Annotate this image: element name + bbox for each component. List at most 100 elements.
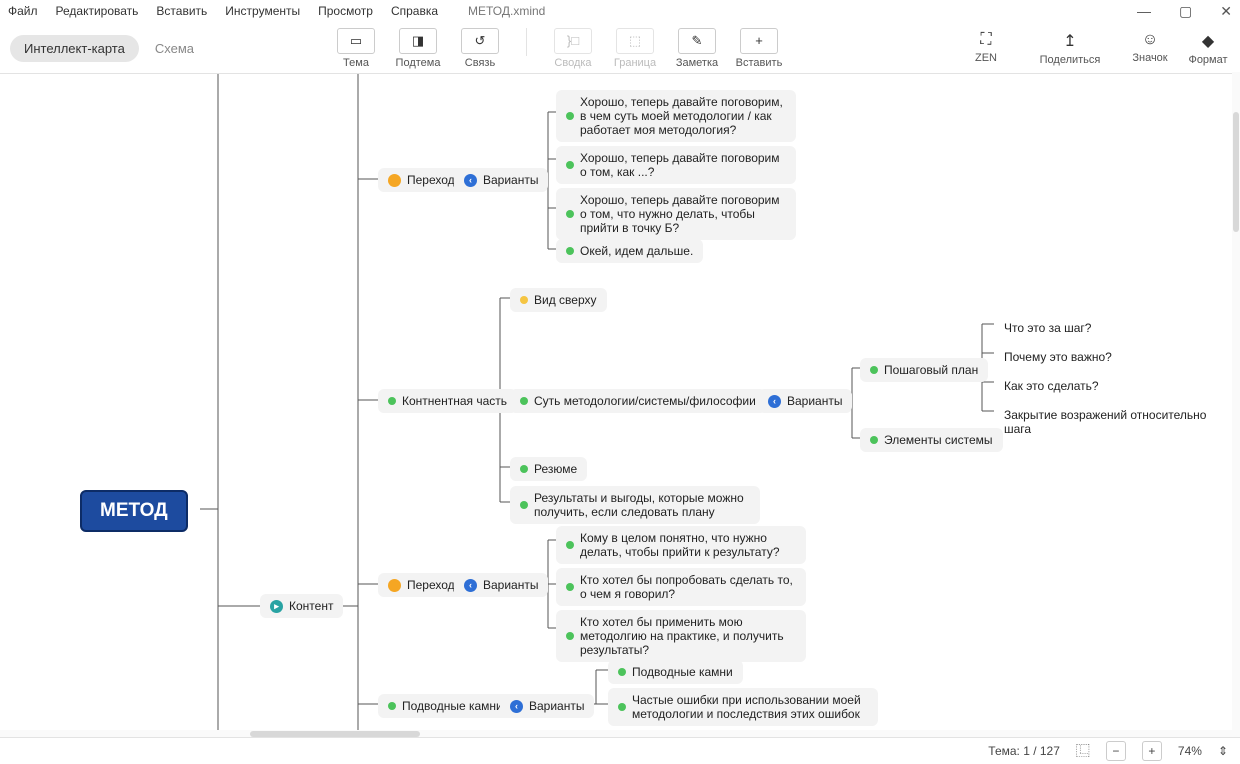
node-essence[interactable]: Суть методологии/системы/философии bbox=[510, 389, 766, 413]
share-icon: ↥ bbox=[1063, 31, 1076, 51]
node-v1c[interactable]: Хорошо, теперь давайте поговорим о том, … bbox=[556, 188, 796, 240]
dot-icon bbox=[388, 702, 396, 710]
toolbar-note-button[interactable]: ✎ Заметка bbox=[675, 28, 719, 69]
dot-icon bbox=[520, 501, 528, 509]
node-v1b-label: Хорошо, теперь давайте поговорим о том, … bbox=[580, 151, 786, 179]
node-transition-2[interactable]: Переход bbox=[378, 573, 465, 597]
menu-file[interactable]: Файл bbox=[8, 4, 38, 18]
node-top-view[interactable]: Вид сверху bbox=[510, 288, 607, 312]
node-variants-1[interactable]: ‹ Варианты bbox=[454, 168, 548, 192]
dot-icon bbox=[566, 541, 574, 549]
vertical-scrollbar-thumb[interactable] bbox=[1233, 112, 1239, 232]
node-step-q4[interactable]: Закрытие возражений относительно шага bbox=[994, 403, 1240, 441]
node-pitfalls-label: Подводные камни bbox=[402, 699, 503, 713]
node-v1b[interactable]: Хорошо, теперь давайте поговорим о том, … bbox=[556, 146, 796, 184]
chevron-left-icon: ‹ bbox=[510, 700, 523, 713]
dot-icon bbox=[618, 668, 626, 676]
menu-edit[interactable]: Редактировать bbox=[56, 4, 139, 18]
node-step-q3-label: Как это сделать? bbox=[1004, 379, 1099, 393]
node-system-elements-label: Элементы системы bbox=[884, 433, 993, 447]
minimap-icon[interactable]: ⿺ bbox=[1076, 741, 1090, 761]
node-step-q1-label: Что это за шаг? bbox=[1004, 321, 1091, 335]
toolbar-share-label: Поделиться bbox=[1040, 54, 1101, 66]
node-v3a[interactable]: Подводные камни bbox=[608, 660, 743, 684]
document-title: МЕТОД.xmind bbox=[468, 4, 545, 18]
chevron-left-icon: ‹ bbox=[768, 395, 781, 408]
dot-icon bbox=[388, 397, 396, 405]
node-step-q3[interactable]: Как это сделать? bbox=[994, 374, 1109, 398]
menu-tools[interactable]: Инструменты bbox=[225, 4, 300, 18]
toolbar-zen-label: ZEN bbox=[975, 52, 997, 64]
toolbar-iconpicker-button[interactable]: ☺ Значок bbox=[1128, 31, 1172, 64]
topic-icon: ▭ bbox=[337, 28, 375, 54]
toolbar-boundary-button[interactable]: ⬚ Граница bbox=[613, 28, 657, 69]
node-pitfalls[interactable]: Подводные камни bbox=[378, 694, 513, 718]
node-variants-1-label: Варианты bbox=[483, 173, 538, 187]
node-resume[interactable]: Резюме bbox=[510, 457, 587, 481]
node-variants-2[interactable]: ‹ Варианты bbox=[454, 573, 548, 597]
toolbar-share-button[interactable]: ↥ Поделиться bbox=[1048, 31, 1092, 66]
toolbar-subtopic-label: Подтема bbox=[396, 57, 441, 69]
node-essence-label: Суть методологии/системы/философии bbox=[534, 394, 756, 408]
menu-help[interactable]: Справка bbox=[391, 4, 438, 18]
menu-insert[interactable]: Вставить bbox=[156, 4, 207, 18]
toolbar-format-button[interactable]: ◆ Формат bbox=[1186, 31, 1230, 66]
node-v1c-label: Хорошо, теперь давайте поговорим о том, … bbox=[580, 193, 786, 235]
node-variants-essence[interactable]: ‹ Варианты bbox=[758, 389, 852, 413]
toolbar-topic-button[interactable]: ▭ Тема bbox=[334, 28, 378, 69]
node-results[interactable]: Результаты и выгоды, которые можно получ… bbox=[510, 486, 760, 524]
node-variants-3[interactable]: ‹ Варианты bbox=[500, 694, 594, 718]
toolbar-topic-label: Тема bbox=[343, 57, 369, 69]
toolbar-iconpicker-label: Значок bbox=[1132, 52, 1167, 64]
vertical-scrollbar[interactable] bbox=[1232, 72, 1240, 730]
root-node[interactable]: МЕТОД bbox=[80, 490, 188, 532]
zoom-stepper-icon[interactable]: ⇕ bbox=[1218, 744, 1228, 758]
mindmap-canvas[interactable]: МЕТОД ▸ Контент Переход ‹ Варианты Хорош… bbox=[0, 74, 1240, 734]
node-step-q2[interactable]: Почему это важно? bbox=[994, 345, 1122, 369]
node-content[interactable]: ▸ Контент bbox=[260, 594, 343, 618]
tab-mindmap[interactable]: Интеллект-карта bbox=[10, 35, 139, 62]
subtopic-icon: ◨ bbox=[399, 28, 437, 54]
window-maximize-icon[interactable]: ▢ bbox=[1179, 3, 1192, 20]
toolbar-subtopic-button[interactable]: ◨ Подтема bbox=[396, 28, 440, 69]
menu-view[interactable]: Просмотр bbox=[318, 4, 373, 18]
toolbar-insert-button[interactable]: + Вставить bbox=[737, 28, 781, 69]
toolbar-summary-label: Сводка bbox=[554, 57, 591, 69]
node-v1a-label: Хорошо, теперь давайте поговорим, в чем … bbox=[580, 95, 786, 137]
dot-icon bbox=[566, 583, 574, 591]
note-icon: ✎ bbox=[678, 28, 716, 54]
toolbar-boundary-label: Граница bbox=[614, 57, 656, 69]
node-v2b[interactable]: Кто хотел бы попробовать сделать то, о ч… bbox=[556, 568, 806, 606]
toolbar-relationship-label: Связь bbox=[465, 57, 495, 69]
node-content-part[interactable]: Контнентная часть bbox=[378, 389, 517, 413]
node-v1d[interactable]: Окей, идем дальше. bbox=[556, 239, 703, 263]
node-transition-1[interactable]: Переход bbox=[378, 168, 465, 192]
node-variants-essence-label: Варианты bbox=[787, 394, 842, 408]
tab-outline[interactable]: Схема bbox=[155, 41, 194, 56]
node-step-q1[interactable]: Что это за шаг? bbox=[994, 316, 1101, 340]
dot-icon bbox=[520, 296, 528, 304]
window-minimize-icon[interactable]: — bbox=[1137, 3, 1151, 20]
status-zoom-level: 74% bbox=[1178, 744, 1202, 758]
node-v3b[interactable]: Частые ошибки при использовании моей мет… bbox=[608, 688, 878, 726]
toolbar-relationship-button[interactable]: ↺ Связь bbox=[458, 28, 502, 69]
node-step-plan[interactable]: Пошаговый план bbox=[860, 358, 988, 382]
node-v2c[interactable]: Кто хотел бы применить мою методолгию на… bbox=[556, 610, 806, 662]
window-close-icon[interactable]: ✕ bbox=[1220, 3, 1232, 20]
node-variants-2-label: Варианты bbox=[483, 578, 538, 592]
node-v2c-label: Кто хотел бы применить мою методолгию на… bbox=[580, 615, 796, 657]
node-v2a-label: Кому в целом понятно, что нужно делать, … bbox=[580, 531, 796, 559]
insert-icon: + bbox=[740, 28, 778, 54]
zoom-out-button[interactable]: − bbox=[1106, 741, 1126, 761]
dot-icon bbox=[870, 366, 878, 374]
node-system-elements[interactable]: Элементы системы bbox=[860, 428, 1003, 452]
chevron-left-icon: ‹ bbox=[464, 174, 477, 187]
smiley-icon: ☺ bbox=[1142, 31, 1158, 49]
zoom-in-button[interactable]: + bbox=[1142, 741, 1162, 761]
dot-icon bbox=[520, 397, 528, 405]
node-v1a[interactable]: Хорошо, теперь давайте поговорим, в чем … bbox=[556, 90, 796, 142]
toolbar-zen-button[interactable]: ⛶ ZEN bbox=[964, 31, 1008, 64]
dot-icon bbox=[566, 112, 574, 120]
toolbar-summary-button[interactable]: }□ Сводка bbox=[551, 28, 595, 69]
node-v2a[interactable]: Кому в целом понятно, что нужно делать, … bbox=[556, 526, 806, 564]
